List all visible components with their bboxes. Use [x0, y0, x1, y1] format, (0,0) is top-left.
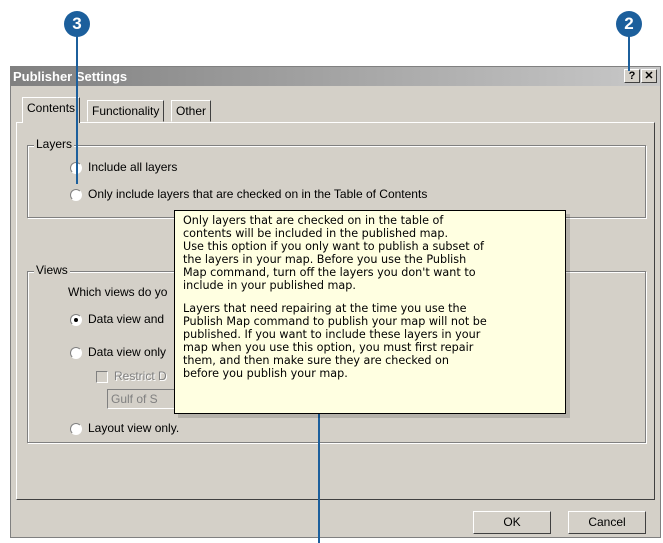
cancel-button[interactable]: Cancel [568, 511, 646, 534]
callout-leader-line-2 [628, 36, 630, 71]
include-all-layers-label: Include all layers [88, 160, 178, 174]
layout-view-only-radio[interactable] [70, 423, 82, 435]
views-group-label: Views [34, 263, 70, 277]
data-view-and-label: Data view and [88, 312, 165, 326]
radio-selected-dot [74, 318, 78, 322]
include-checked-layers-label: Only include layers that are checked on … [88, 187, 428, 201]
ok-button[interactable]: OK [473, 511, 551, 534]
tab-other[interactable]: Other [171, 100, 212, 122]
restrict-data-frame-checkbox[interactable] [96, 371, 108, 383]
tooltip-paragraph-1: Only layers that are checked on in the t… [183, 214, 484, 293]
data-view-only-label: Data view only [88, 345, 167, 359]
layout-view-only-label: Layout view only. [88, 421, 180, 435]
callout-leader-line-3 [76, 36, 78, 184]
close-button[interactable]: ✕ [641, 69, 657, 83]
views-prompt-text: Which views do yo [68, 285, 168, 299]
tooltip-paragraph-2: Layers that need repairing at the time y… [183, 301, 487, 381]
data-view-only-radio[interactable] [70, 347, 82, 359]
help-tooltip: Only layers that are checked on in the t… [174, 210, 566, 414]
close-icon: ✕ [644, 70, 654, 82]
include-checked-layers-radio[interactable] [70, 189, 82, 201]
layers-group: Layers Include all layers Only include l… [27, 137, 646, 218]
dialog-title: Publisher Settings [13, 69, 128, 84]
tab-functionality[interactable]: Functionality [87, 100, 165, 122]
data-view-and-layout-radio[interactable] [70, 314, 82, 326]
callout-number-3: 3 [64, 11, 90, 37]
restrict-data-frame-label: Restrict D [114, 369, 167, 383]
callout-leader-line-bottom [318, 414, 320, 543]
callout-number-2: 2 [616, 11, 642, 37]
layers-group-label: Layers [34, 137, 75, 151]
tab-contents[interactable]: Contents [22, 97, 81, 123]
help-button[interactable]: ? [624, 69, 640, 83]
title-bar: Publisher Settings ? ✕ [11, 67, 660, 86]
